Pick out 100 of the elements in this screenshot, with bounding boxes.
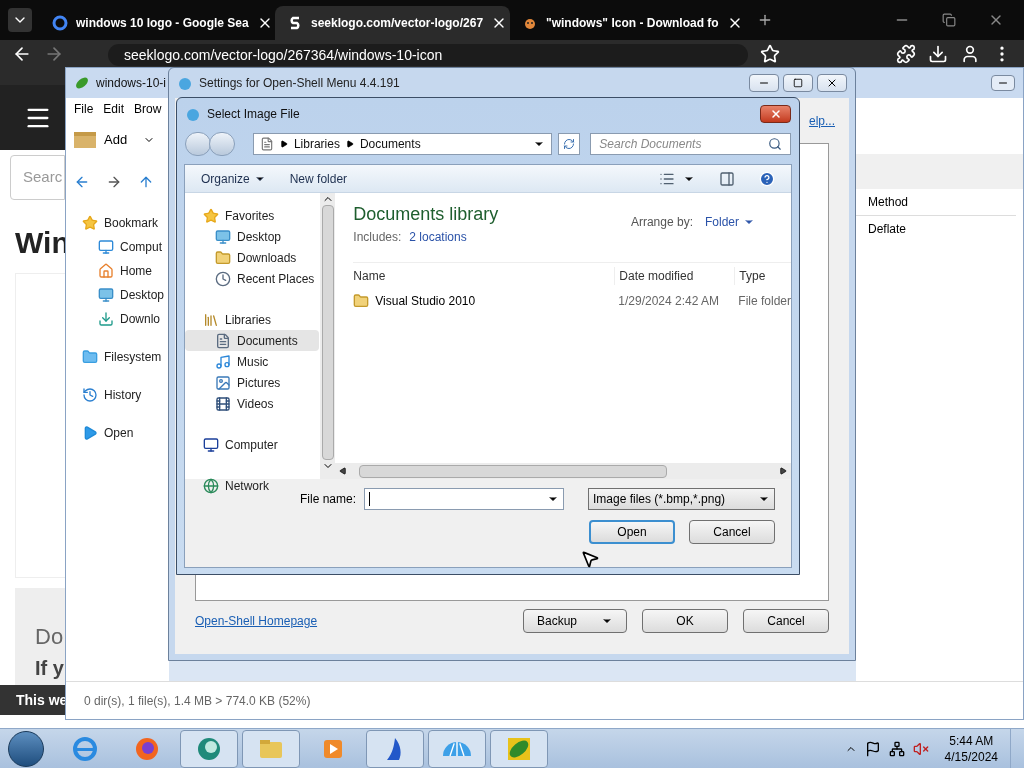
- locations-link[interactable]: 2 locations: [409, 228, 467, 246]
- menu-item[interactable]: Edit: [103, 100, 125, 118]
- address-bar[interactable]: seeklogo.com/vector-logo/267364/windows-10-icon: [108, 44, 748, 66]
- sidebar-item[interactable]: Comput: [120, 237, 163, 256]
- bookmark-star-icon[interactable]: [760, 44, 780, 64]
- scrollbar-thumb[interactable]: [321, 205, 334, 460]
- file-date: 1/29/2024 2:42 AM: [617, 293, 721, 310]
- minimize-button[interactable]: [749, 74, 779, 92]
- column-header[interactable]: Date modified: [614, 266, 735, 285]
- browser-tab[interactable]: seeklogo.com/vector-logo/267: [275, 6, 510, 40]
- menu-item[interactable]: File: [74, 100, 94, 118]
- organize-button[interactable]: Organize: [201, 169, 266, 188]
- sidebar-item[interactable]: History: [104, 385, 142, 404]
- nav-item[interactable]: Pictures: [185, 372, 320, 393]
- desktop-icon: [215, 228, 231, 245]
- panel-heading: Do: [35, 623, 65, 651]
- arrange-dropdown[interactable]: Folder: [705, 213, 755, 231]
- browser-tab[interactable]: windows 10 logo - Google Sea: [40, 6, 275, 40]
- dialog-button[interactable]: Cancel: [689, 520, 775, 544]
- menu-item[interactable]: Brow: [134, 100, 162, 118]
- profile-icon[interactable]: [960, 44, 980, 64]
- recent-places-icon: [215, 270, 231, 287]
- vertical-scrollbar[interactable]: [320, 193, 336, 479]
- new-tab-icon[interactable]: [757, 12, 773, 28]
- dialog-button[interactable]: Open: [589, 520, 675, 544]
- film-icon: [215, 395, 231, 412]
- maximize-button[interactable]: [783, 74, 813, 92]
- history-icon: [82, 386, 98, 403]
- browser-tab[interactable]: "windows" Icon - Download fo: [510, 6, 745, 40]
- breadcrumb-bar[interactable]: Libraries Documents: [252, 133, 553, 155]
- table-cell-text: Deflate: [867, 221, 907, 238]
- horizontal-scrollbar[interactable]: [335, 463, 791, 479]
- help-icon[interactable]: [759, 170, 775, 187]
- maximize-icon: [793, 78, 803, 88]
- add-button[interactable]: Add: [74, 130, 164, 150]
- breadcrumb-item[interactable]: Libraries: [293, 135, 340, 153]
- close-icon: [826, 77, 838, 89]
- refresh-button[interactable]: [558, 133, 581, 155]
- folder-icon: [353, 293, 370, 309]
- tab-title: windows 10 logo - Google Sea: [76, 15, 249, 32]
- file-name-field[interactable]: [364, 488, 564, 510]
- sidebar-item[interactable]: Desktop: [120, 285, 165, 304]
- taskbar-app[interactable]: [490, 729, 548, 768]
- nav-item[interactable]: Favorites: [185, 205, 320, 226]
- nav-item[interactable]: Computer: [185, 434, 320, 455]
- start-button[interactable]: [8, 730, 44, 767]
- folder-icon: [82, 348, 98, 365]
- document-icon: [259, 137, 274, 151]
- library-title: Documents library: [353, 203, 499, 226]
- s-logo-icon: [287, 15, 303, 31]
- flag-icon[interactable]: [864, 740, 881, 757]
- scroll-left-icon: [339, 467, 348, 475]
- sidebar-item[interactable]: Home: [120, 261, 152, 280]
- window-title: windows-10-i: [96, 75, 167, 92]
- tab-list-button[interactable]: [8, 8, 32, 32]
- nav-item[interactable]: Libraries: [185, 309, 320, 330]
- pictures-icon: [215, 374, 231, 391]
- download-icon[interactable]: [928, 44, 948, 64]
- network-icon[interactable]: [888, 740, 905, 757]
- sidebar-item[interactable]: Downlo: [120, 309, 161, 328]
- nav-item[interactable]: Downloads: [185, 247, 320, 268]
- dialog-button[interactable]: Cancel: [743, 609, 829, 633]
- separator-arrow-icon: [279, 140, 288, 148]
- file-type-dropdown[interactable]: Image files (*.bmp,*.png): [588, 488, 775, 510]
- minimize-button[interactable]: [991, 75, 1015, 91]
- nav-item[interactable]: Documents: [185, 330, 320, 351]
- taskbar-app[interactable]: [366, 729, 424, 768]
- arrange-label: Arrange by:: [630, 214, 693, 231]
- new-folder-button[interactable]: New folder: [289, 169, 348, 188]
- extensions-icon[interactable]: [896, 44, 916, 64]
- restore-icon[interactable]: [942, 13, 956, 27]
- help-link[interactable]: elp...: [809, 112, 835, 130]
- close-button[interactable]: [817, 74, 847, 92]
- scrollbar-thumb[interactable]: [359, 464, 668, 478]
- libraries-icon: [203, 311, 219, 328]
- dialog-button[interactable]: Backup: [523, 609, 627, 633]
- clock[interactable]: 5:44 AM 4/15/2024: [944, 732, 998, 765]
- nav-item[interactable]: Recent Places: [185, 268, 320, 289]
- column-header[interactable]: Name: [353, 266, 615, 285]
- downloads-folder-icon: [215, 249, 231, 266]
- column-header[interactable]: Type: [734, 266, 766, 285]
- dialog-button[interactable]: OK: [642, 609, 728, 633]
- homepage-link[interactable]: Open-Shell Homepage: [195, 612, 318, 630]
- desktop-icon: [98, 286, 114, 303]
- seashell-icon: [443, 741, 471, 756]
- status-text: 0 dir(s), 1 file(s), 1.4 MB > 774.0 KB (52%): [84, 692, 311, 710]
- close-button[interactable]: [760, 105, 791, 123]
- shell-icon: [177, 75, 193, 91]
- volume-muted-icon[interactable]: [912, 740, 929, 757]
- nav-item[interactable]: Videos: [185, 393, 320, 414]
- nav-item[interactable]: Music: [185, 351, 320, 372]
- taskbar-app[interactable]: [180, 729, 238, 768]
- file-row[interactable]: Visual Studio 2010 1/29/2024 2:42 AM File folder: [353, 288, 791, 314]
- preview-pane-icon[interactable]: [719, 170, 735, 187]
- sidebar-item[interactable]: Filesystem: [104, 347, 162, 366]
- sidebar-item[interactable]: Open: [104, 423, 134, 442]
- breadcrumb-item[interactable]: Documents: [359, 135, 421, 153]
- nav-item[interactable]: Desktop: [185, 226, 320, 247]
- search-field[interactable]: Search Documents: [590, 133, 791, 155]
- sidebar-item[interactable]: Bookmark: [104, 213, 159, 232]
